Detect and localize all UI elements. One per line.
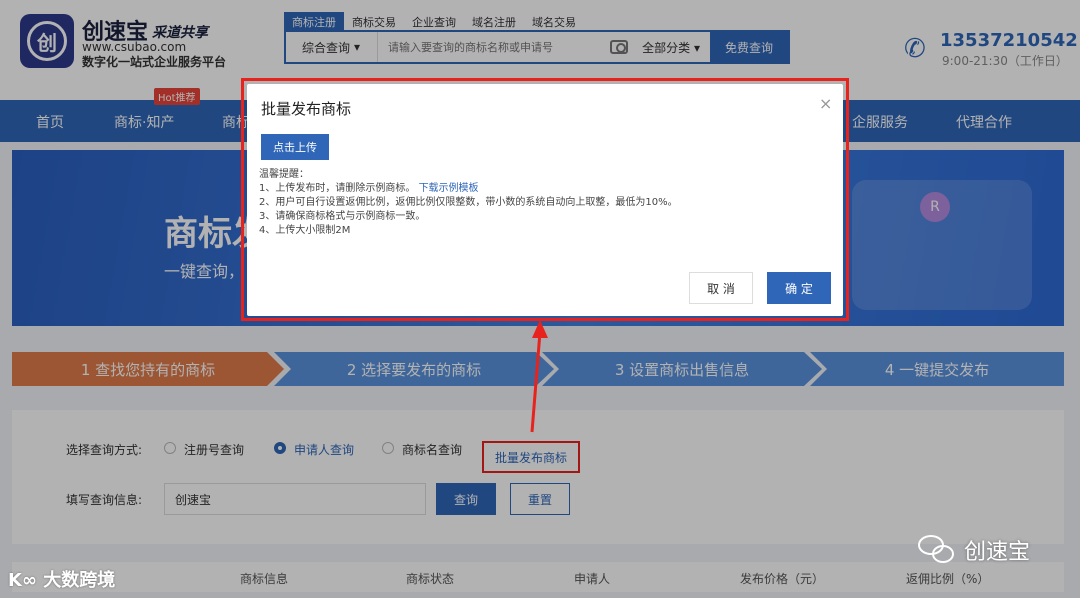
- close-icon[interactable]: ×: [819, 94, 832, 113]
- watermark-left-text: 大数跨境: [43, 570, 116, 591]
- confirm-button[interactable]: 确 定: [767, 272, 831, 304]
- upload-button[interactable]: 点击上传: [261, 134, 329, 160]
- wechat-icon: [918, 535, 956, 565]
- watermark-right: 创速宝: [918, 534, 1030, 566]
- cancel-button[interactable]: 取 消: [689, 272, 753, 304]
- tip-2: 2、用户可自行设置返佣比例，返佣比例仅限整数，带小数的系统自动向上取整，最低为1…: [259, 197, 678, 208]
- batch-publish-dialog: 批量发布商标 × 点击上传 温馨提醒： 1、上传发布时，请删除示例商标。 下载示…: [247, 84, 843, 316]
- download-template-link[interactable]: 下载示例模板: [419, 183, 479, 194]
- tips-title: 温馨提醒：: [259, 169, 309, 180]
- watermark-left: K∞ 大数跨境: [8, 570, 116, 591]
- tip-4: 4、上传大小限制2M: [259, 225, 351, 236]
- tip-1: 1、上传发布时，请删除示例商标。 下载示例模板: [259, 182, 678, 196]
- dialog-title: 批量发布商标: [261, 100, 352, 118]
- annotation-arrow-icon: [530, 320, 548, 433]
- tip-3: 3、请确保商标格式与示例商标一致。: [259, 211, 426, 222]
- tip-1-text: 1、上传发布时，请删除示例商标。: [259, 183, 416, 194]
- watermark-right-text: 创速宝: [964, 540, 1031, 565]
- upload-tips: 温馨提醒： 1、上传发布时，请删除示例商标。 下载示例模板 2、用户可自行设置返…: [259, 168, 678, 238]
